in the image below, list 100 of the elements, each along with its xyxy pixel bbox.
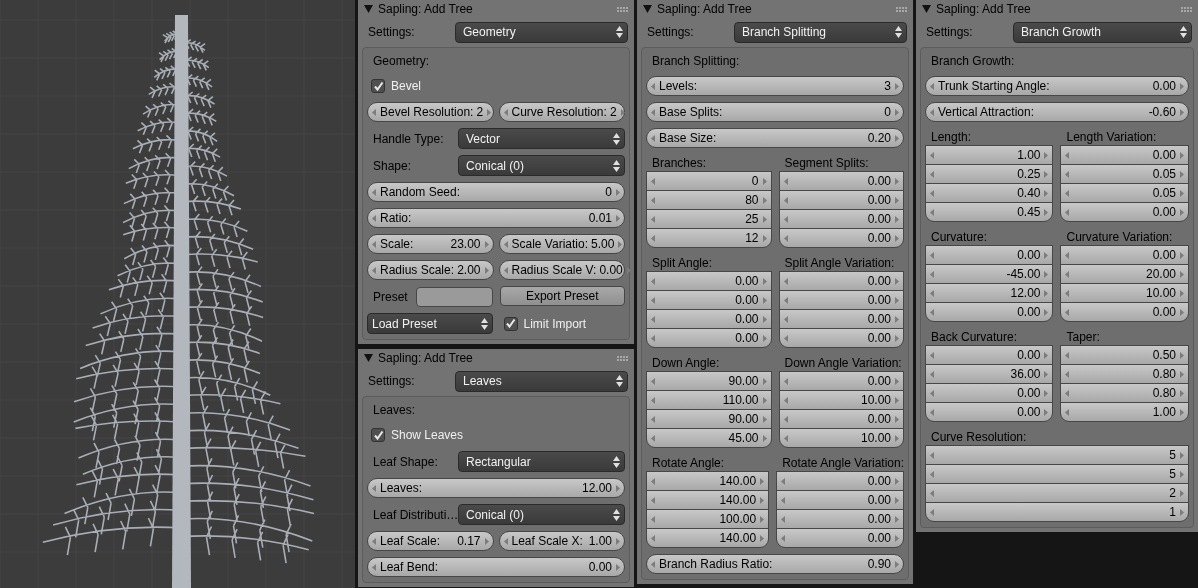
- right-arrow-icon[interactable]: [894, 396, 899, 404]
- number-field[interactable]: 1: [925, 502, 1189, 522]
- number-field[interactable]: 0.80: [1060, 383, 1189, 403]
- number-field[interactable]: 0.00: [1060, 202, 1189, 222]
- right-arrow-icon[interactable]: [1179, 151, 1184, 159]
- left-arrow-icon[interactable]: [651, 134, 656, 142]
- number-field[interactable]: 1.00: [925, 145, 1054, 165]
- number-field[interactable]: 0.00: [778, 309, 904, 329]
- right-arrow-icon[interactable]: [894, 334, 899, 342]
- number-field[interactable]: 5: [925, 445, 1189, 465]
- number-field[interactable]: Levels: 3: [646, 76, 904, 96]
- left-arrow-icon[interactable]: [930, 370, 935, 378]
- number-field[interactable]: 0.50: [1060, 345, 1189, 365]
- right-arrow-icon[interactable]: [761, 334, 767, 342]
- panel-title[interactable]: Sapling: Add Tree: [936, 2, 1031, 16]
- number-field[interactable]: 0.00: [646, 290, 772, 310]
- number-field[interactable]: 5: [925, 464, 1189, 484]
- number-field[interactable]: 45.00: [646, 428, 772, 448]
- right-arrow-icon[interactable]: [1179, 108, 1184, 116]
- dropdown[interactable]: Geometry: [455, 21, 628, 43]
- right-arrow-icon[interactable]: [1179, 170, 1184, 178]
- dropdown[interactable]: Rectangular: [458, 451, 625, 472]
- number-field[interactable]: 0.00: [925, 402, 1054, 422]
- number-field[interactable]: 90.00: [646, 371, 772, 391]
- right-arrow-icon[interactable]: [615, 537, 620, 545]
- number-field[interactable]: 0.40: [925, 183, 1054, 203]
- left-arrow-icon[interactable]: [783, 277, 789, 285]
- right-arrow-icon[interactable]: [761, 177, 767, 185]
- right-arrow-icon[interactable]: [761, 377, 767, 385]
- right-arrow-icon[interactable]: [1043, 151, 1049, 159]
- right-arrow-icon[interactable]: [894, 534, 899, 542]
- left-arrow-icon[interactable]: [930, 108, 935, 116]
- right-arrow-icon[interactable]: [894, 296, 899, 304]
- left-arrow-icon[interactable]: [1065, 370, 1071, 378]
- number-field[interactable]: 0.00: [1060, 145, 1189, 165]
- number-field[interactable]: 0.00: [646, 328, 772, 348]
- left-arrow-icon[interactable]: [930, 151, 935, 159]
- left-arrow-icon[interactable]: [1065, 351, 1071, 359]
- right-arrow-icon[interactable]: [1043, 270, 1049, 278]
- right-arrow-icon[interactable]: [894, 477, 899, 485]
- number-field[interactable]: 36.00: [925, 364, 1054, 384]
- right-arrow-icon[interactable]: [1179, 370, 1184, 378]
- right-arrow-icon[interactable]: [761, 415, 767, 423]
- number-field[interactable]: 0.00: [778, 409, 904, 429]
- left-arrow-icon[interactable]: [503, 266, 509, 274]
- left-arrow-icon[interactable]: [372, 240, 377, 248]
- number-field[interactable]: 0.05: [1060, 164, 1189, 184]
- checkbox[interactable]: [371, 79, 385, 93]
- right-arrow-icon[interactable]: [894, 515, 899, 523]
- right-arrow-icon[interactable]: [894, 560, 899, 568]
- right-arrow-icon[interactable]: [1179, 351, 1184, 359]
- right-arrow-icon[interactable]: [617, 240, 623, 248]
- left-arrow-icon[interactable]: [651, 215, 656, 223]
- left-arrow-icon[interactable]: [651, 396, 656, 404]
- number-field[interactable]: Vertical Attraction: -0.60: [925, 102, 1189, 122]
- left-arrow-icon[interactable]: [783, 234, 789, 242]
- left-arrow-icon[interactable]: [783, 177, 789, 185]
- right-arrow-icon[interactable]: [1043, 289, 1049, 297]
- right-arrow-icon[interactable]: [1179, 189, 1184, 197]
- right-arrow-icon[interactable]: [619, 108, 625, 116]
- right-arrow-icon[interactable]: [894, 496, 899, 504]
- right-arrow-icon[interactable]: [761, 234, 767, 242]
- right-arrow-icon[interactable]: [1179, 470, 1184, 478]
- dropdown[interactable]: Branch Growth: [1013, 21, 1192, 43]
- left-arrow-icon[interactable]: [781, 515, 787, 523]
- number-field[interactable]: 0.00: [925, 302, 1054, 322]
- collapse-triangle-icon[interactable]: [364, 354, 373, 362]
- drag-grip-icon[interactable]: [617, 6, 628, 12]
- number-field[interactable]: 0.00: [778, 209, 904, 229]
- right-arrow-icon[interactable]: [894, 415, 899, 423]
- left-arrow-icon[interactable]: [930, 508, 935, 516]
- number-field[interactable]: 0.00: [778, 271, 904, 291]
- number-field[interactable]: -45.00: [925, 264, 1054, 284]
- number-field[interactable]: 25: [646, 209, 772, 229]
- left-arrow-icon[interactable]: [651, 496, 656, 504]
- number-field[interactable]: 0.00: [776, 528, 904, 548]
- left-arrow-icon[interactable]: [783, 315, 789, 323]
- right-arrow-icon[interactable]: [894, 177, 899, 185]
- right-arrow-icon[interactable]: [759, 534, 765, 542]
- left-arrow-icon[interactable]: [783, 377, 789, 385]
- right-arrow-icon[interactable]: [483, 240, 489, 248]
- left-arrow-icon[interactable]: [651, 334, 656, 342]
- left-arrow-icon[interactable]: [930, 308, 935, 316]
- number-field[interactable]: 0.45: [925, 202, 1054, 222]
- right-arrow-icon[interactable]: [483, 266, 489, 274]
- right-arrow-icon[interactable]: [1179, 389, 1184, 397]
- number-field[interactable]: 10.00: [1060, 283, 1189, 303]
- right-arrow-icon[interactable]: [1043, 308, 1049, 316]
- right-arrow-icon[interactable]: [894, 277, 899, 285]
- left-arrow-icon[interactable]: [930, 82, 935, 90]
- left-arrow-icon[interactable]: [783, 434, 789, 442]
- left-arrow-icon[interactable]: [651, 177, 656, 185]
- number-field[interactable]: Scale Variatio: 5.00: [498, 234, 625, 254]
- dropdown[interactable]: Load Preset: [367, 313, 493, 334]
- number-field[interactable]: 0.00: [778, 328, 904, 348]
- left-arrow-icon[interactable]: [781, 496, 787, 504]
- checkbox[interactable]: [371, 428, 385, 442]
- number-field[interactable]: 140.00: [646, 471, 770, 491]
- left-arrow-icon[interactable]: [651, 377, 656, 385]
- dropdown[interactable]: Vector: [458, 128, 625, 149]
